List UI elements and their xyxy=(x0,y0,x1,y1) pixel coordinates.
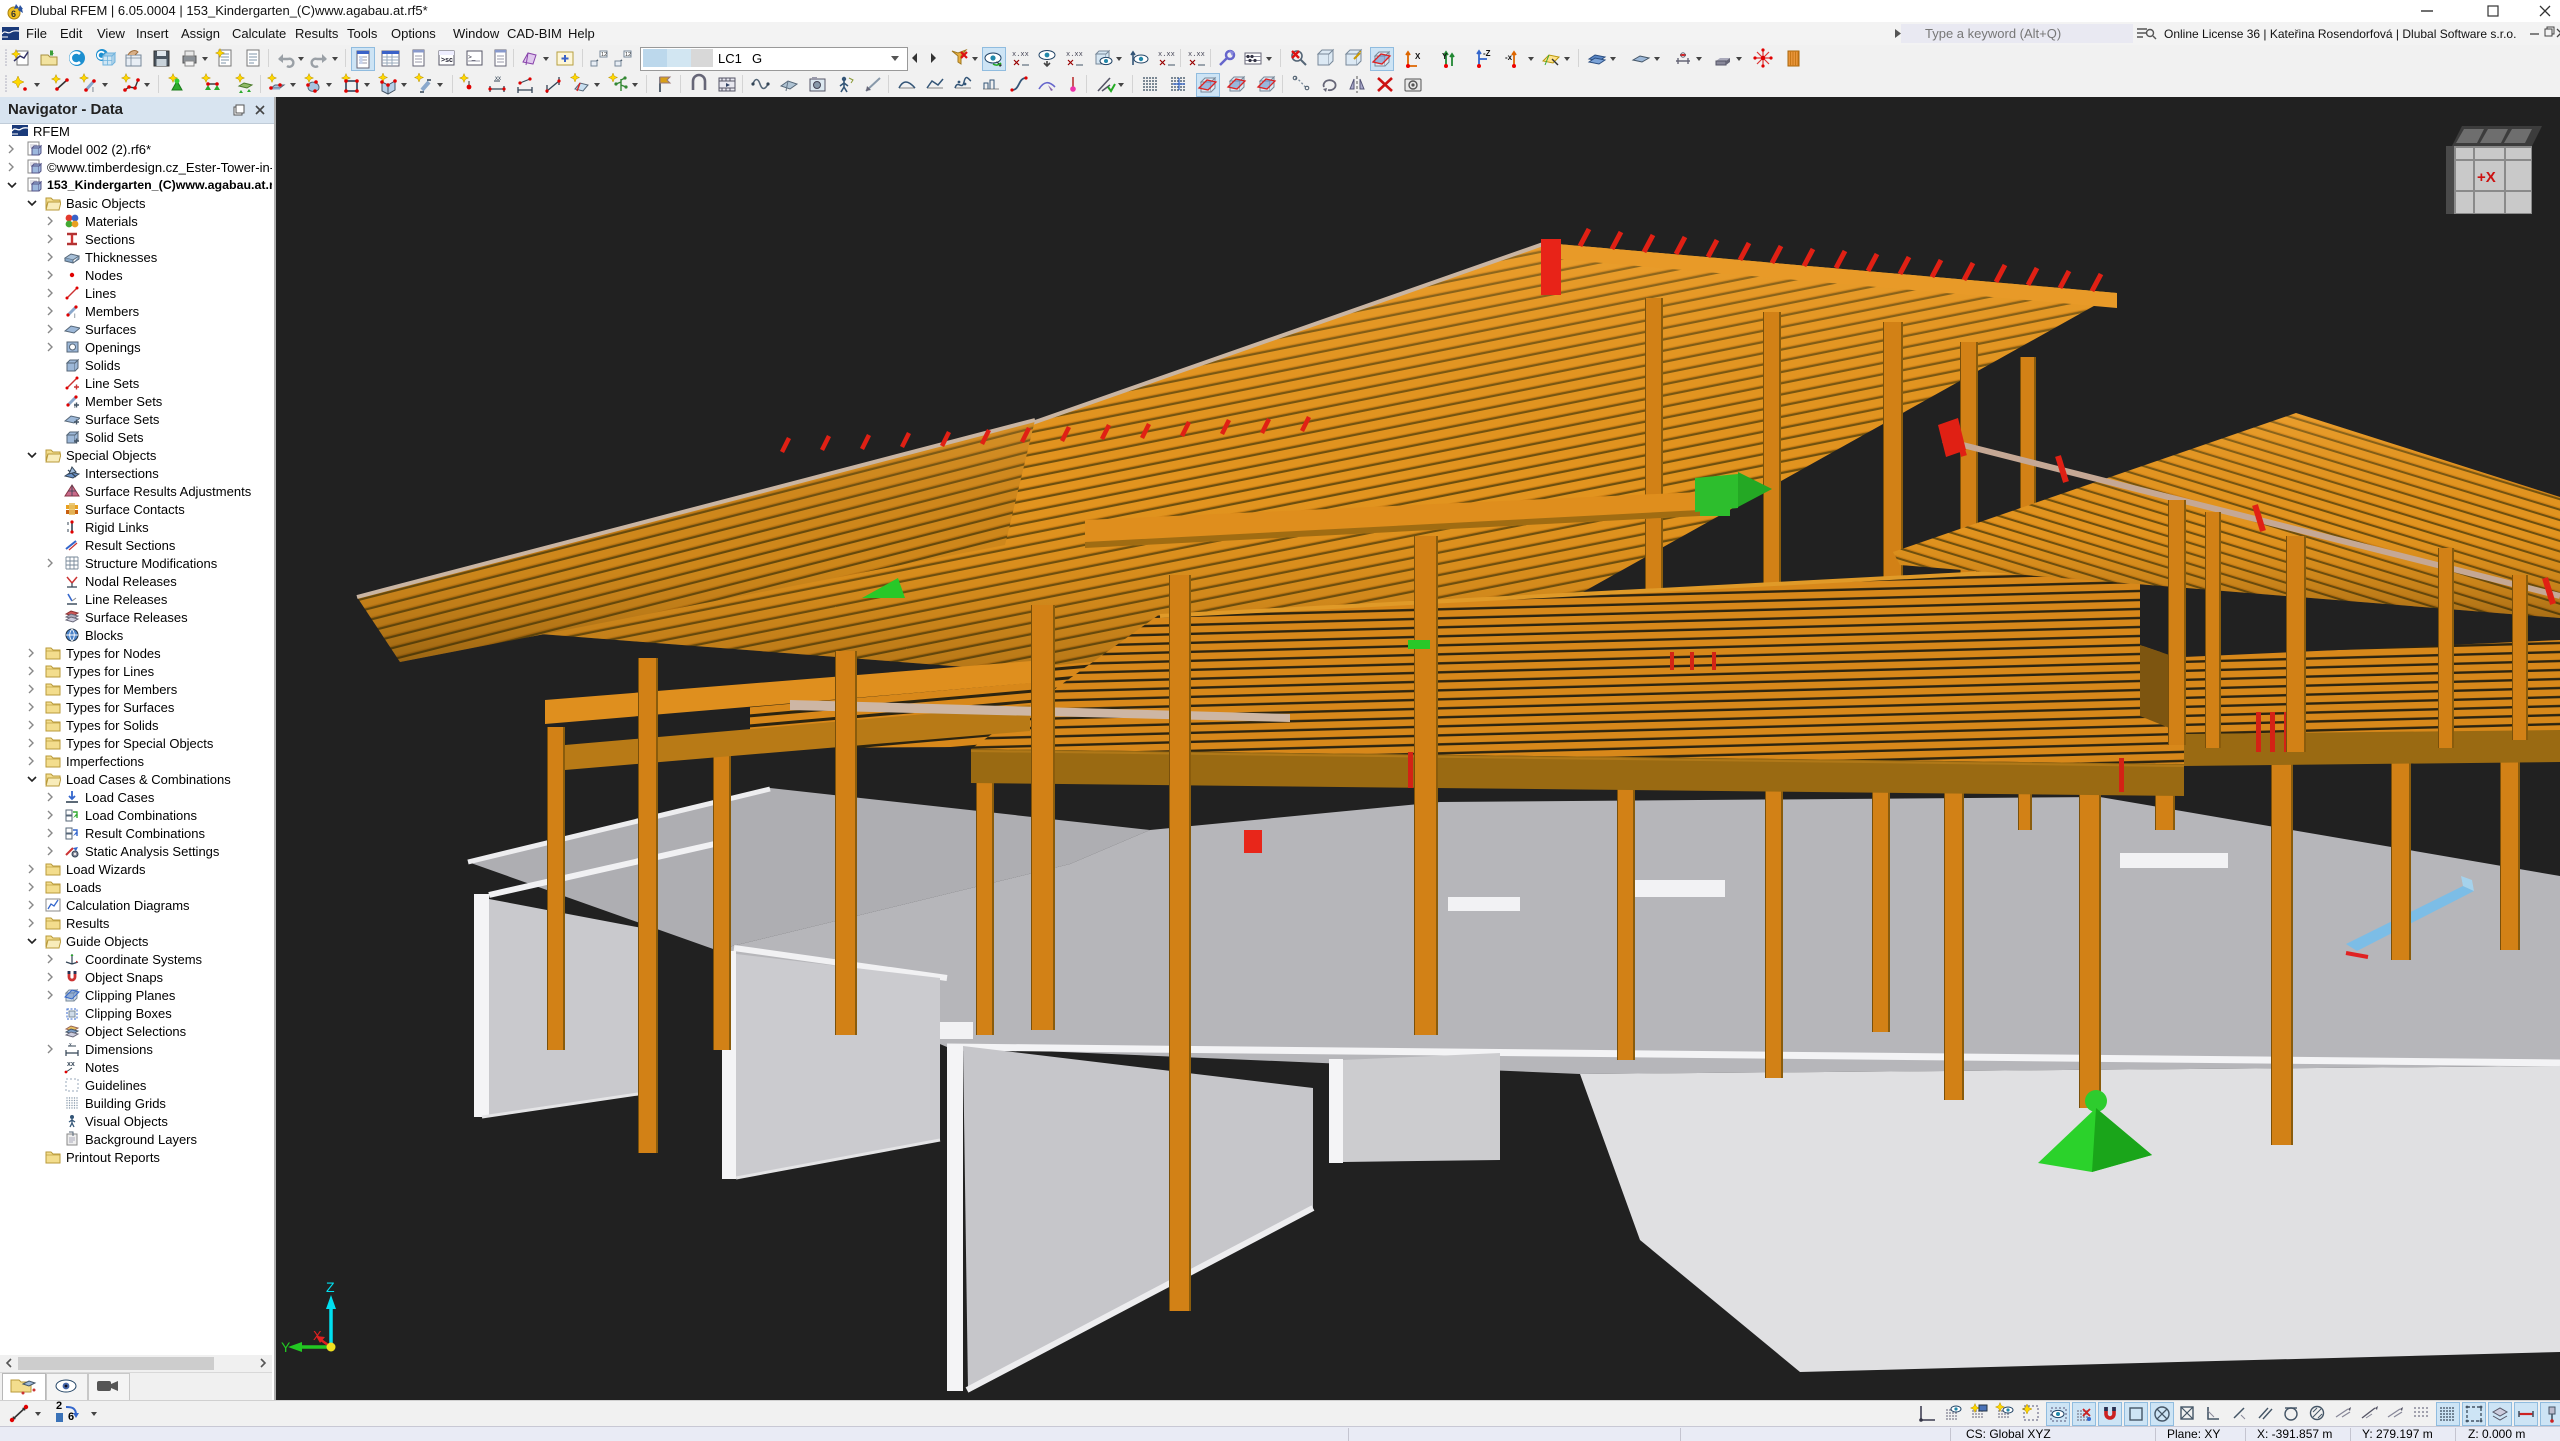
svg-text:xx: xx xyxy=(67,1061,75,1068)
svg-text:>_: >_ xyxy=(468,54,476,61)
svg-text:12: 12 xyxy=(625,52,631,58)
svg-text:x.xx: x.xx xyxy=(1012,51,1029,59)
svg-text:X: X xyxy=(313,1328,322,1343)
svg-text:Z: Z xyxy=(326,1279,335,1295)
svg-text:X: X xyxy=(1415,52,1421,61)
svg-text:I: I xyxy=(74,314,76,319)
svg-text:6: 6 xyxy=(11,9,16,19)
svg-text:12: 12 xyxy=(601,52,607,58)
svg-text:Y: Y xyxy=(1442,52,1448,61)
svg-text:xx: xx xyxy=(495,76,501,82)
svg-text:+X: +X xyxy=(2477,169,2496,186)
svg-text:>sc: >sc xyxy=(441,57,453,64)
svg-text:-x: -x xyxy=(1505,53,1513,62)
svg-text:x.xx: x.xx xyxy=(1188,51,1205,59)
svg-text:x.xx: x.xx xyxy=(1066,51,1083,59)
svg-text:Y: Y xyxy=(281,1339,291,1355)
svg-text:I: I xyxy=(92,87,94,94)
svg-text:x.xx: x.xx xyxy=(1158,51,1175,59)
svg-text:-Z: -Z xyxy=(1483,49,1491,58)
svg-text:x: x xyxy=(69,1042,72,1048)
